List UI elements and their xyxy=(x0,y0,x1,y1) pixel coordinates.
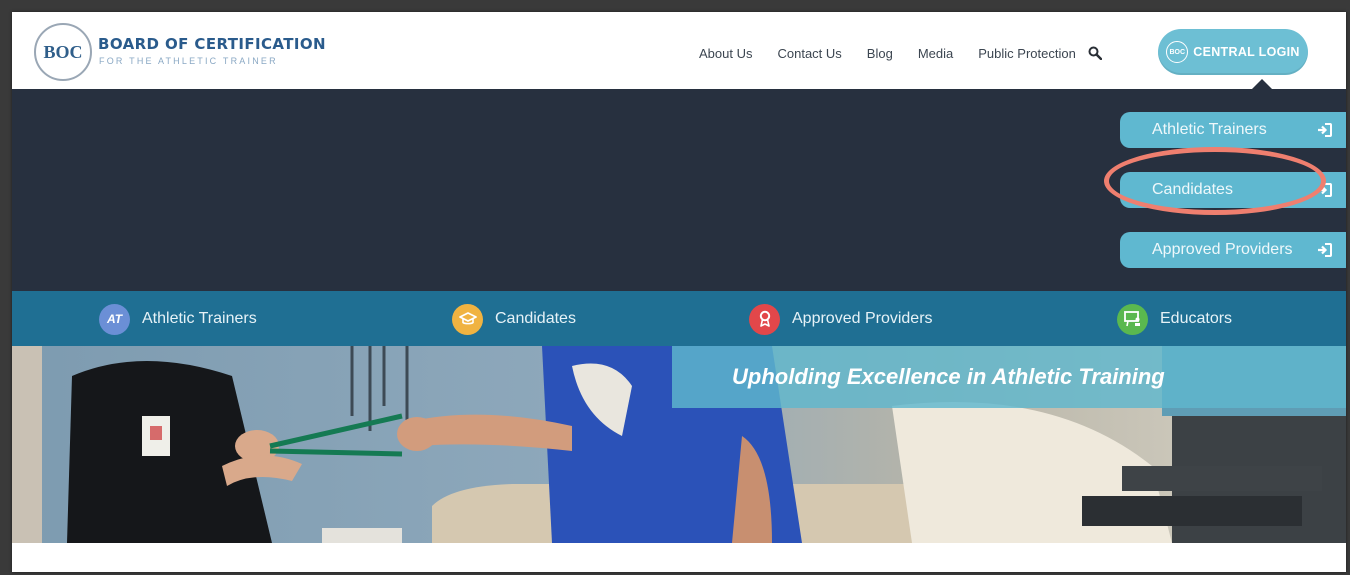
hero-photo: Upholding Excellence in Athletic Trainin… xyxy=(12,346,1346,543)
site-header: BOC BOARD OF CERTIFICATION FOR THE ATHLE… xyxy=(12,12,1346,89)
nav-blog[interactable]: Blog xyxy=(867,46,893,61)
at-icon: AT xyxy=(99,303,130,335)
central-login-button[interactable]: BOC CENTRAL LOGIN xyxy=(1158,29,1308,75)
logo-title: BOARD OF CERTIFICATION xyxy=(98,35,326,53)
ribbon-icon xyxy=(749,303,780,335)
login-approved-providers-label: Approved Providers xyxy=(1152,241,1293,258)
sign-in-icon xyxy=(1318,183,1332,197)
nav-media[interactable]: Media xyxy=(918,46,953,61)
category-label: Athletic Trainers xyxy=(142,310,257,327)
hero-tagline-banner: Upholding Excellence in Athletic Trainin… xyxy=(672,346,1346,408)
category-athletic-trainers[interactable]: AT Athletic Trainers xyxy=(99,303,257,335)
category-approved-providers[interactable]: Approved Providers xyxy=(749,303,933,335)
nav-about-us[interactable]: About Us xyxy=(699,46,752,61)
login-athletic-trainers-label: Athletic Trainers xyxy=(1152,121,1267,138)
login-candidates-button[interactable]: Candidates xyxy=(1120,172,1346,208)
nav-contact-us[interactable]: Contact Us xyxy=(777,46,841,61)
category-educators[interactable]: Educators xyxy=(1117,303,1232,335)
category-label: Educators xyxy=(1160,310,1233,327)
nav-public-protection[interactable]: Public Protection xyxy=(978,46,1076,61)
category-label: Approved Providers xyxy=(792,310,933,327)
central-login-label: CENTRAL LOGIN xyxy=(1193,45,1300,59)
browser-page: BOC BOARD OF CERTIFICATION FOR THE ATHLE… xyxy=(12,12,1346,572)
teacher-board-icon xyxy=(1117,303,1148,335)
graduation-cap-icon xyxy=(452,303,483,335)
category-label: Candidates xyxy=(495,310,576,327)
top-nav: About Us Contact Us Blog Media Public Pr… xyxy=(699,43,1103,63)
page-content-start xyxy=(12,543,1346,572)
login-candidates-label: Candidates xyxy=(1152,181,1233,198)
category-bar: AT Athletic Trainers Candidates Approved… xyxy=(12,291,1346,346)
login-athletic-trainers-button[interactable]: Athletic Trainers xyxy=(1120,112,1346,148)
search-icon[interactable] xyxy=(1088,46,1103,61)
dropdown-pointer xyxy=(1252,79,1272,89)
boc-mini-logo: BOC xyxy=(1166,41,1189,63)
hero-tagline: Upholding Excellence in Athletic Trainin… xyxy=(732,364,1165,389)
sign-in-icon xyxy=(1318,243,1332,257)
category-candidates[interactable]: Candidates xyxy=(452,303,576,335)
logo-subtitle: FOR THE ATHLETIC TRAINER xyxy=(99,56,278,66)
boc-logo[interactable]: BOC BOARD OF CERTIFICATION FOR THE ATHLE… xyxy=(34,23,334,83)
login-approved-providers-button[interactable]: Approved Providers xyxy=(1120,232,1346,268)
boc-logo-mark: BOC xyxy=(34,23,92,81)
sign-in-icon xyxy=(1318,123,1332,137)
